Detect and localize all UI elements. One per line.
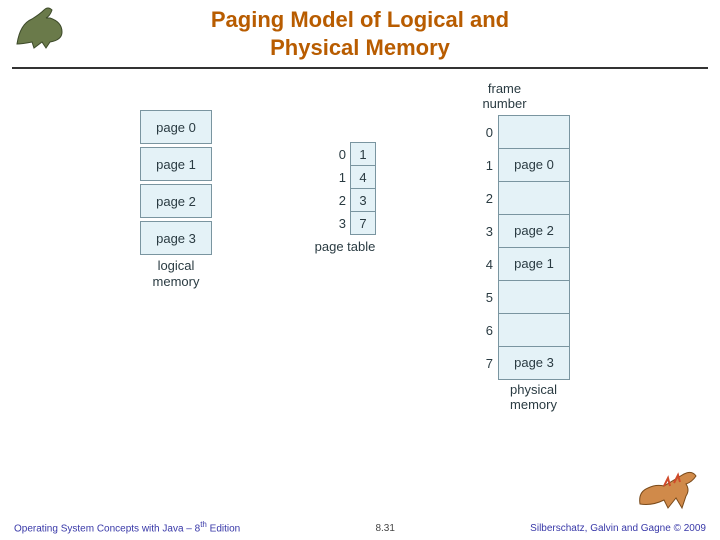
footer-book-sup: th xyxy=(200,520,207,529)
slide-title: Paging Model of Logical and Physical Mem… xyxy=(0,6,720,61)
physical-memory-label: physical memory xyxy=(497,382,570,413)
pt-index: 0 xyxy=(328,147,346,162)
footer-book-suffix: Edition xyxy=(207,523,240,534)
physical-frame-row: 4 page 1 xyxy=(475,248,570,281)
page-table-block: 0 1 1 4 2 3 3 7 page table xyxy=(328,142,376,255)
frame-index: 1 xyxy=(475,158,493,173)
physical-frame-row: 5 xyxy=(475,281,570,314)
frame-content: page 1 xyxy=(498,247,570,281)
page-table-row: 2 3 xyxy=(328,189,376,212)
pt-index: 2 xyxy=(328,193,346,208)
dinosaur-top-icon xyxy=(12,4,72,52)
page-table-label: page table xyxy=(314,239,376,255)
logical-page: page 1 xyxy=(140,147,212,181)
title-line-1: Paging Model of Logical and xyxy=(211,7,509,32)
physical-frame-row: 1 page 0 xyxy=(475,149,570,182)
frame-index: 0 xyxy=(475,125,493,140)
frame-index: 7 xyxy=(475,356,493,371)
page-table-row: 3 7 xyxy=(328,212,376,235)
logical-memory-label: logical memory xyxy=(140,258,212,289)
slide-footer: Operating System Concepts with Java – 8t… xyxy=(0,520,720,534)
footer-page-number: 8.31 xyxy=(375,523,394,534)
pt-frame: 3 xyxy=(350,188,376,212)
frame-number-header: frame number xyxy=(457,82,552,112)
title-line-2: Physical Memory xyxy=(270,35,450,60)
pt-frame: 1 xyxy=(350,142,376,166)
logical-memory-block: page 0 page 1 page 2 page 3 logical memo… xyxy=(140,110,212,289)
pt-index: 3 xyxy=(328,216,346,231)
page-table-row: 0 1 xyxy=(328,142,376,166)
frame-index: 4 xyxy=(475,257,493,272)
page-table-row: 1 4 xyxy=(328,166,376,189)
logical-page: page 2 xyxy=(140,184,212,218)
frame-content: page 3 xyxy=(498,346,570,380)
pt-index: 1 xyxy=(328,170,346,185)
physical-frame-row: 0 xyxy=(475,116,570,149)
dinosaur-bottom-icon xyxy=(634,464,704,514)
frame-index: 3 xyxy=(475,224,493,239)
frame-index: 6 xyxy=(475,323,493,338)
slide-header: Paging Model of Logical and Physical Mem… xyxy=(0,0,720,65)
frame-content: page 0 xyxy=(498,148,570,182)
physical-frame-row: 6 xyxy=(475,314,570,347)
frame-content xyxy=(498,313,570,347)
title-rule xyxy=(12,67,708,69)
frame-index: 2 xyxy=(475,191,493,206)
logical-page: page 0 xyxy=(140,110,212,144)
footer-book-prefix: Operating System Concepts with Java – 8 xyxy=(14,523,200,534)
physical-frame-row: 3 page 2 xyxy=(475,215,570,248)
paging-diagram: page 0 page 1 page 2 page 3 logical memo… xyxy=(0,80,720,490)
footer-book: Operating System Concepts with Java – 8t… xyxy=(14,520,240,534)
physical-frame-row: 2 xyxy=(475,182,570,215)
physical-frame-row: 7 page 3 xyxy=(475,347,570,380)
frame-content xyxy=(498,181,570,215)
frame-content: page 2 xyxy=(498,214,570,248)
frame-content xyxy=(498,115,570,149)
pt-frame: 4 xyxy=(350,165,376,189)
footer-copyright: Silberschatz, Galvin and Gagne © 2009 xyxy=(530,523,706,534)
frame-index: 5 xyxy=(475,290,493,305)
physical-memory-block: frame number 0 1 page 0 2 3 page 2 4 pag… xyxy=(475,82,570,413)
pt-frame: 7 xyxy=(350,211,376,235)
logical-page: page 3 xyxy=(140,221,212,255)
frame-content xyxy=(498,280,570,314)
